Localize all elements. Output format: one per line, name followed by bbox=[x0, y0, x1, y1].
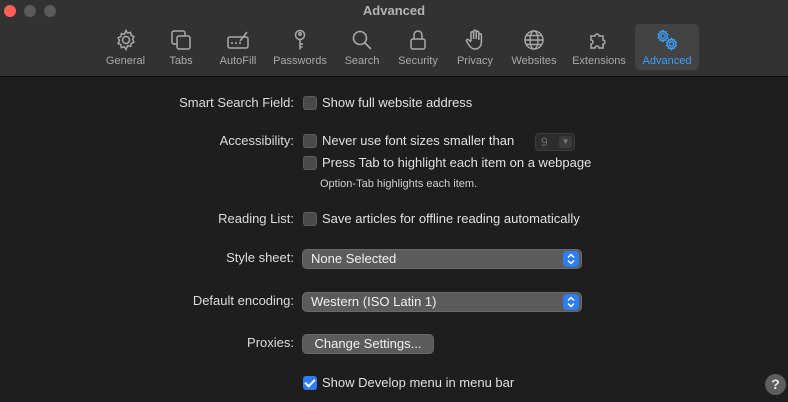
offline-reading-checkbox[interactable] bbox=[303, 212, 317, 226]
tab-advanced[interactable]: Advanced bbox=[635, 24, 699, 70]
style-sheet-label: Style sheet: bbox=[226, 250, 294, 265]
min-font-size-select[interactable]: 9 ▼ bbox=[535, 133, 575, 151]
min-font-size-label[interactable]: Never use font sizes smaller than bbox=[322, 133, 514, 148]
chevron-down-icon: ▼ bbox=[559, 136, 572, 148]
tab-label: General bbox=[105, 55, 146, 67]
min-font-size-value: 9 bbox=[541, 135, 548, 149]
key-icon bbox=[294, 29, 306, 50]
smart-search-label: Smart Search Field: bbox=[179, 95, 294, 110]
tab-passwords[interactable]: Passwords bbox=[270, 24, 330, 70]
tab-highlight-label[interactable]: Press Tab to highlight each item on a we… bbox=[322, 155, 591, 170]
reading-list-label: Reading List: bbox=[218, 211, 294, 226]
preferences-toolbar: General Tabs AutoFill Passwords Search S… bbox=[0, 24, 788, 70]
offline-reading-label[interactable]: Save articles for offline reading automa… bbox=[322, 211, 580, 226]
tab-label: Websites bbox=[511, 55, 557, 67]
show-full-address-label[interactable]: Show full website address bbox=[322, 95, 472, 110]
lock-icon bbox=[410, 30, 426, 50]
proxies-label: Proxies: bbox=[247, 335, 294, 350]
tab-extensions[interactable]: Extensions bbox=[568, 24, 630, 70]
tab-privacy[interactable]: Privacy bbox=[453, 24, 497, 70]
tabs-icon bbox=[171, 30, 191, 50]
title-bar: Advanced General Tabs AutoFill Passwords… bbox=[0, 0, 788, 77]
show-full-address-checkbox[interactable] bbox=[303, 96, 317, 110]
help-button[interactable]: ? bbox=[765, 374, 786, 395]
show-develop-menu-checkbox[interactable] bbox=[303, 376, 317, 390]
tab-autofill[interactable]: AutoFill bbox=[214, 24, 262, 70]
gears-icon bbox=[657, 29, 678, 51]
tab-label: Extensions bbox=[572, 55, 626, 67]
tab-websites[interactable]: Websites bbox=[507, 24, 561, 70]
tab-label: Security bbox=[398, 55, 438, 67]
default-encoding-value: Western (ISO Latin 1) bbox=[311, 294, 437, 309]
tab-tabs[interactable]: Tabs bbox=[162, 24, 200, 70]
change-settings-button[interactable]: Change Settings... bbox=[302, 334, 434, 354]
tab-label: Search bbox=[344, 55, 380, 67]
gear-icon bbox=[116, 28, 135, 52]
tab-label: AutoFill bbox=[219, 55, 257, 67]
tab-general[interactable]: General bbox=[100, 24, 151, 70]
puzzle-icon bbox=[590, 33, 606, 49]
tab-search[interactable]: Search bbox=[341, 24, 383, 70]
tab-label: Tabs bbox=[169, 55, 193, 67]
autofill-icon bbox=[227, 31, 249, 49]
style-sheet-value: None Selected bbox=[311, 251, 397, 266]
tab-label: Privacy bbox=[456, 55, 494, 67]
tab-label: Advanced bbox=[642, 55, 692, 67]
window-title: Advanced bbox=[362, 3, 426, 18]
option-tab-hint: Option-Tab highlights each item. bbox=[320, 178, 478, 190]
tab-label: Passwords bbox=[273, 55, 327, 67]
style-sheet-popup[interactable]: None Selected bbox=[302, 249, 582, 269]
tab-security[interactable]: Security bbox=[394, 24, 442, 70]
show-develop-menu-label[interactable]: Show Develop menu in menu bar bbox=[322, 375, 514, 390]
updown-chevron-icon bbox=[563, 251, 579, 267]
updown-chevron-icon bbox=[563, 294, 579, 310]
min-font-size-checkbox[interactable] bbox=[303, 134, 317, 148]
default-encoding-popup[interactable]: Western (ISO Latin 1) bbox=[302, 292, 582, 312]
tab-highlight-checkbox[interactable] bbox=[303, 156, 317, 170]
hand-icon bbox=[465, 29, 483, 50]
accessibility-label: Accessibility: bbox=[219, 133, 294, 148]
default-encoding-label: Default encoding: bbox=[192, 293, 294, 308]
search-icon bbox=[352, 30, 372, 50]
globe-icon bbox=[524, 30, 544, 50]
